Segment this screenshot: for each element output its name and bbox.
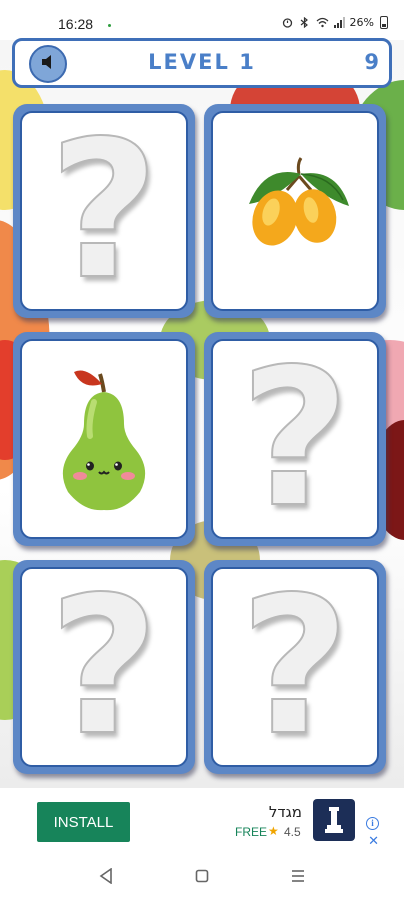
memory-card-6[interactable]: ?: [204, 560, 386, 774]
memory-card-5[interactable]: ?: [13, 560, 195, 774]
question-mark: ?: [239, 339, 351, 539]
alarm-icon: [282, 17, 293, 28]
memory-card-4[interactable]: ?: [204, 332, 386, 546]
back-icon[interactable]: [96, 866, 116, 886]
question-mark: ?: [48, 111, 160, 311]
question-mark: ?: [239, 567, 351, 767]
battery-level: 26%: [349, 16, 374, 29]
card-face: ?: [20, 567, 188, 767]
notification-dot: [108, 24, 111, 27]
signal-icon: [333, 17, 345, 28]
wifi-icon: [316, 17, 328, 28]
ad-app-name: מגדל: [268, 803, 302, 821]
memory-card-3[interactable]: [13, 332, 195, 546]
ad-info-icon[interactable]: i: [366, 817, 379, 830]
star-icon: ★: [268, 824, 279, 838]
status-time: 16:28: [58, 16, 94, 32]
moves-counter: 9: [364, 50, 379, 74]
app-logo-icon[interactable]: [313, 799, 355, 841]
ad-price: FREE: [235, 825, 268, 839]
pear-icon: [44, 362, 164, 516]
card-face: [211, 111, 379, 311]
status-icons: 26%: [282, 16, 388, 29]
question-mark: ?: [48, 567, 160, 767]
card-face: ?: [20, 111, 188, 311]
system-nav-bar: [0, 852, 404, 900]
level-title: LEVEL 1: [148, 50, 256, 74]
battery-icon: [380, 16, 388, 29]
home-icon[interactable]: [192, 866, 212, 886]
memory-card-2[interactable]: [204, 104, 386, 318]
install-button[interactable]: INSTALL: [37, 802, 130, 842]
mango-icon: [235, 154, 355, 268]
card-face: [20, 339, 188, 539]
ad-close-icon[interactable]: ✕: [368, 834, 379, 849]
status-bar: 16:28 26%: [0, 0, 404, 40]
memory-card-1[interactable]: ?: [13, 104, 195, 318]
ad-rating: 4.5: [284, 825, 301, 839]
level-header: LEVEL 1 9: [12, 38, 392, 88]
recents-icon[interactable]: [288, 866, 308, 886]
card-face: ?: [211, 339, 379, 539]
bluetooth-icon: [299, 16, 310, 29]
card-face: ?: [211, 567, 379, 767]
ad-banner[interactable]: INSTALL מגדל FREE ★ 4.5 i ✕: [0, 788, 404, 852]
